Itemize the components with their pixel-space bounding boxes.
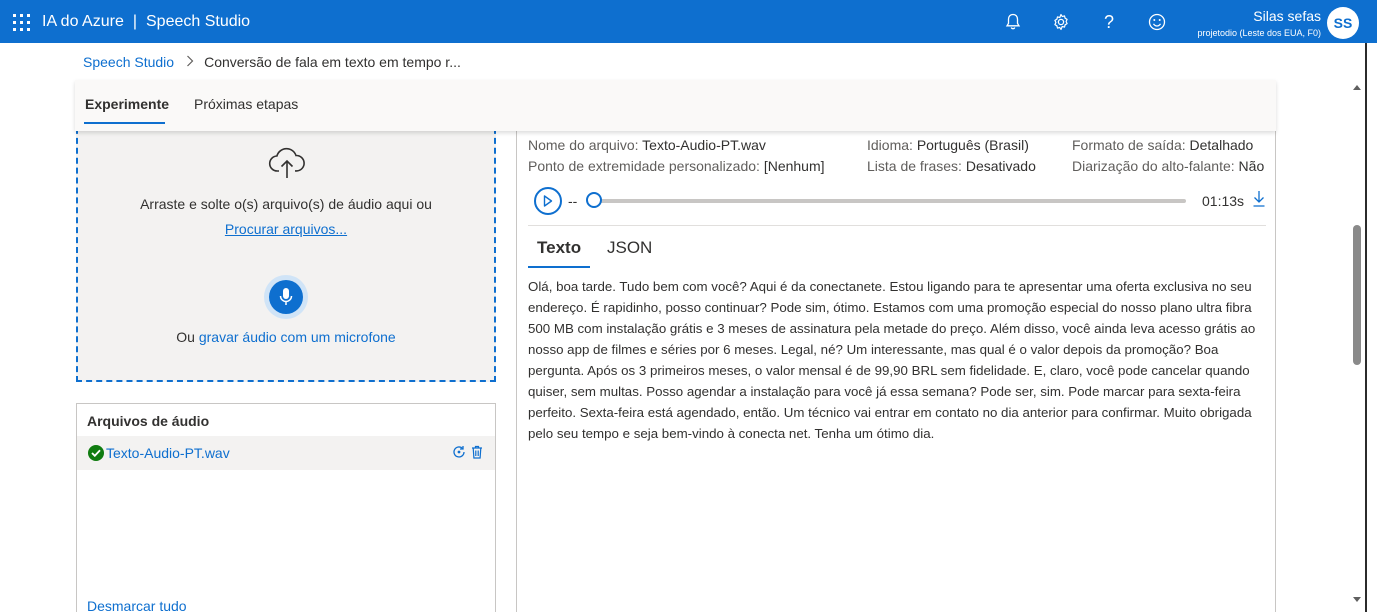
help-icon[interactable]: ?: [1098, 11, 1120, 33]
tab-texto[interactable]: Texto: [537, 238, 581, 258]
smiley-icon[interactable]: [1146, 11, 1168, 33]
microphone-icon: [269, 280, 303, 314]
avatar[interactable]: SS: [1327, 7, 1359, 39]
record-audio-link[interactable]: gravar áudio com um microfone: [199, 329, 396, 345]
endpoint-label: Ponto de extremidade personalizado:: [528, 158, 760, 174]
brand-separator: |: [132, 13, 137, 30]
output-format-value: Detalhado: [1189, 137, 1254, 153]
app-name: Speech Studio: [146, 13, 251, 30]
download-icon[interactable]: [1252, 190, 1268, 210]
user-resource: projetodio (Leste dos EUA, F0): [1197, 28, 1321, 38]
scroll-down-arrow-icon[interactable]: [1353, 597, 1361, 602]
audio-drop-zone[interactable]: Arraste e solte o(s) arquivo(s) de áudio…: [76, 118, 496, 382]
user-name[interactable]: Silas sefas: [1253, 8, 1321, 24]
phrase-list-value: Desativado: [965, 158, 1036, 174]
breadcrumb: Speech Studio Conversão de fala em texto…: [83, 54, 461, 70]
waffle-icon[interactable]: [13, 14, 30, 31]
output-format-label: Formato de saída:: [1072, 137, 1186, 153]
transcript-text: Olá, boa tarde. Tudo bem com você? Aqui …: [528, 279, 1256, 441]
audio-files-title: Arquivos de áudio: [87, 413, 210, 429]
active-tab-indicator: [84, 122, 165, 124]
audio-duration: 01:13s: [1202, 193, 1245, 209]
language-value: Português (Brasil): [916, 137, 1029, 153]
product-name: IA do Azure: [42, 13, 124, 30]
diarization-value: Não: [1238, 158, 1265, 174]
active-result-tab-indicator: [528, 266, 590, 268]
endpoint-meta: Ponto de extremidade personalizado: [Nen…: [528, 158, 825, 174]
file-name-label: Nome do arquivo:: [528, 137, 639, 153]
page-scrollbar[interactable]: [1349, 80, 1365, 612]
scroll-up-arrow-icon[interactable]: [1353, 85, 1361, 90]
phrase-list-meta: Lista de frases: Desativado: [867, 158, 1036, 174]
results-panel: Nome do arquivo: Texto-Audio-PT.wav Idio…: [516, 118, 1276, 612]
audio-seek-track[interactable]: [595, 199, 1186, 203]
output-format-meta: Formato de saída: Detalhado: [1072, 137, 1253, 153]
record-prefix: Ou: [176, 329, 195, 345]
browse-files-link[interactable]: Procurar arquivos...: [78, 221, 494, 237]
drag-drop-instruction: Arraste e solte o(s) arquivo(s) de áudio…: [140, 196, 432, 212]
diarization-meta: Diarização do alto-falante: Não: [1072, 158, 1264, 174]
bell-icon[interactable]: [1002, 11, 1024, 33]
tab-experimente[interactable]: Experimente: [85, 96, 169, 112]
page-tabs: Experimente Próximas etapas: [75, 80, 1276, 131]
play-icon[interactable]: [534, 187, 562, 215]
endpoint-value: [Nenhum]: [763, 158, 825, 174]
tab-proximas-etapas[interactable]: Próximas etapas: [194, 96, 298, 112]
audio-seek-thumb[interactable]: [586, 192, 602, 208]
record-audio-text: Ou gravar áudio com um microfone: [78, 329, 494, 345]
trash-icon[interactable]: [469, 444, 485, 460]
scrollbar-thumb[interactable]: [1353, 225, 1361, 365]
cloud-upload-icon: [268, 146, 306, 180]
chevron-right-icon: [186, 55, 194, 70]
diarization-label: Diarização do alto-falante:: [1072, 158, 1235, 174]
audio-file-name[interactable]: Texto-Audio-PT.wav: [106, 445, 230, 461]
list-item[interactable]: Texto-Audio-PT.wav: [77, 436, 495, 470]
current-time: --: [568, 193, 578, 209]
divider: [528, 225, 1266, 226]
check-circle-icon: [88, 445, 104, 461]
phrase-list-label: Lista de frases:: [867, 158, 962, 174]
audio-player: -- 01:13s: [532, 186, 1265, 216]
language-meta: Idioma: Português (Brasil): [867, 137, 1029, 153]
top-bar: IA do Azure | Speech Studio ? Silas sefas …: [0, 0, 1377, 43]
breadcrumb-root-link[interactable]: Speech Studio: [83, 54, 174, 70]
tab-json[interactable]: JSON: [607, 238, 652, 258]
window-edge: [1365, 43, 1367, 612]
language-label: Idioma:: [867, 137, 913, 153]
refresh-icon[interactable]: [451, 444, 467, 460]
breadcrumb-current: Conversão de fala em texto em tempo r...: [204, 54, 461, 70]
gear-icon[interactable]: [1050, 11, 1072, 33]
app-brand[interactable]: IA do Azure | Speech Studio: [42, 13, 250, 31]
file-name-value: Texto-Audio-PT.wav: [642, 137, 766, 153]
record-microphone-button[interactable]: [264, 275, 308, 319]
audio-files-panel: Arquivos de áudio Texto-Audio-PT.wav Des…: [76, 403, 496, 612]
deselect-all-link[interactable]: Desmarcar tudo: [87, 598, 187, 612]
file-name-meta: Nome do arquivo: Texto-Audio-PT.wav: [528, 137, 766, 153]
